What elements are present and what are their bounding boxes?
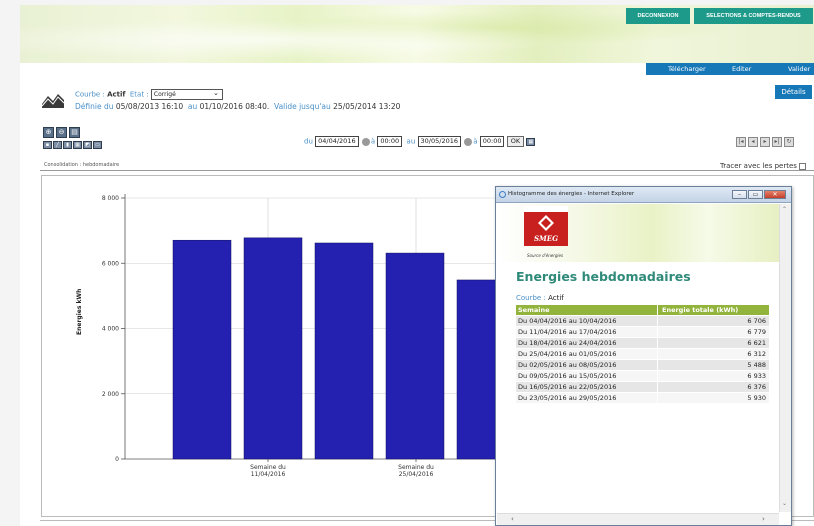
smeg-tagline: Source d'énergies	[527, 253, 564, 258]
browser-icon	[499, 191, 506, 198]
energy-cell: 6 621	[657, 337, 770, 349]
smeg-logo: SMEG	[524, 206, 568, 246]
popup-courbe-label: Courbe :	[516, 294, 546, 302]
week-cell: Du 02/05/2016 au 08/05/2016	[515, 359, 658, 371]
energy-cell: 6 312	[657, 348, 770, 360]
x-tick-label: Semaine du	[250, 464, 286, 471]
bar	[172, 239, 232, 460]
energy-table: Semaine Energie totale (kWh) Du 04/04/20…	[515, 304, 770, 404]
popup-courbe-info: Courbe : Actif	[516, 294, 564, 302]
x-tick-label: 11/04/2016	[251, 471, 286, 478]
table-row: Du 23/05/2016 au 29/05/2016 5 930	[515, 392, 770, 404]
minimize-icon[interactable]: –	[732, 190, 747, 199]
table-header-semaine: Semaine	[515, 304, 658, 316]
scroll-up-icon[interactable]: ⌃	[782, 206, 787, 213]
y-tick-label: 8 000	[102, 195, 119, 202]
energy-cell: 6 706	[657, 315, 770, 327]
deconnexion-button[interactable]: DECONNEXION	[626, 8, 690, 24]
y-tick-label: 2 000	[102, 391, 119, 398]
week-cell: Du 11/04/2016 au 17/04/2016	[515, 326, 658, 338]
popup-banner: SMEG Source d'énergies	[497, 204, 779, 262]
week-cell: Du 16/05/2016 au 22/05/2016	[515, 381, 658, 393]
maximize-icon[interactable]: ▭	[748, 190, 763, 199]
table-header-energie: Energie totale (kWh)	[657, 304, 770, 316]
table-row: Du 11/04/2016 au 17/04/2016 6 779	[515, 326, 770, 338]
bar	[385, 252, 445, 460]
week-cell: Du 18/04/2016 au 24/04/2016	[515, 337, 658, 349]
horizontal-scrollbar[interactable]: ‹ ›	[497, 513, 779, 525]
x-tick-label: Semaine du	[398, 464, 434, 471]
week-cell: Du 09/05/2016 au 15/05/2016	[515, 370, 658, 382]
y-tick-label: 4 000	[102, 326, 119, 333]
energy-cell: 5 930	[657, 392, 770, 404]
table-row: Du 25/04/2016 au 01/05/2016 6 312	[515, 348, 770, 360]
energy-cell: 5 488	[657, 359, 770, 371]
week-cell: Du 23/05/2016 au 29/05/2016	[515, 392, 658, 404]
svg-text:SMEG: SMEG	[534, 234, 558, 243]
energy-cell: 6 376	[657, 381, 770, 393]
selections-button[interactable]: SELECTIONS & COMPTES-RENDUS	[694, 8, 813, 24]
histogram-popup-window: Histogramme des énergies - Internet Expl…	[495, 186, 792, 526]
y-axis-label: Energies kWh	[76, 288, 83, 335]
popup-heading: Energies hebdomadaires	[516, 269, 691, 284]
energy-cell: 6 779	[657, 326, 770, 338]
table-row: Du 16/05/2016 au 22/05/2016 6 376	[515, 381, 770, 393]
scroll-down-icon[interactable]: ⌄	[782, 500, 787, 507]
vertical-scrollbar[interactable]: ⌃ ⌄	[779, 204, 791, 512]
table-row: Du 18/04/2016 au 24/04/2016 6 621	[515, 337, 770, 349]
bar	[314, 242, 374, 460]
table-row: Du 04/04/2016 au 10/04/2016 6 706	[515, 315, 770, 327]
table-row: Du 09/05/2016 au 15/05/2016 6 933	[515, 370, 770, 382]
bar	[243, 237, 303, 460]
popup-titlebar[interactable]: Histogramme des énergies - Internet Expl…	[496, 187, 791, 203]
y-tick-label: 6 000	[102, 260, 119, 267]
popup-courbe-value: Actif	[548, 294, 564, 302]
energy-cell: 6 933	[657, 370, 770, 382]
table-row: Du 02/05/2016 au 08/05/2016 5 488	[515, 359, 770, 371]
week-cell: Du 25/04/2016 au 01/05/2016	[515, 348, 658, 360]
scroll-right-icon[interactable]: ›	[762, 515, 765, 523]
popup-title: Histogramme des énergies - Internet Expl…	[508, 191, 635, 197]
close-icon[interactable]: ✕	[764, 190, 786, 199]
scroll-left-icon[interactable]: ‹	[511, 515, 514, 523]
week-cell: Du 04/04/2016 au 10/04/2016	[515, 315, 658, 327]
x-tick-label: 25/04/2016	[399, 471, 434, 478]
y-tick-label: 0	[115, 456, 119, 463]
